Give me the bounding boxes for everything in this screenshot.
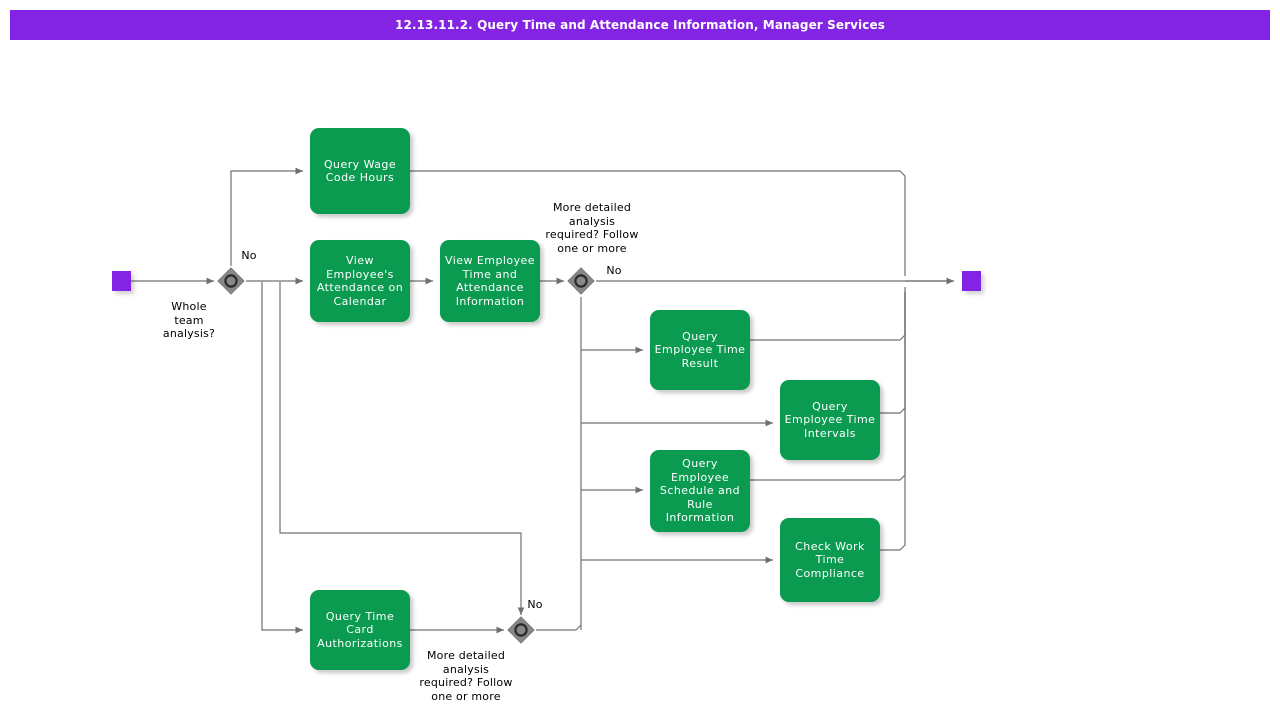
task-query-wage-code-hours[interactable]: Query Wage Code Hours [310,128,410,214]
edge-time-intervals-to-merge [880,292,906,414]
task-query-employee-schedule-and-rule-information[interactable]: Query Employee Schedule and Rule Informa… [650,450,750,532]
gateway-whole-team-caption: Whole team analysis? [162,300,216,340]
task-label: Query Wage Code Hours [323,157,397,185]
start-event[interactable] [112,271,131,291]
task-label: Query Employee Time Result [654,329,746,370]
task-label: Query Employee Time Intervals [784,399,876,440]
task-label: View Employee's Attendance on Calendar [316,254,404,308]
gateway-more-detail-top-caption: More detailed analysis required? Follow … [545,201,639,255]
diagram-canvas: 12.13.11.2. Query Time and Attendance In… [0,0,1280,714]
task-query-employee-time-intervals[interactable]: Query Employee Time Intervals [780,380,880,460]
end-event[interactable] [962,271,981,291]
edge-gateway1-to-time-card [261,282,303,634]
edge-gateway3-no-up [536,624,582,631]
task-label: Query Time Card Authorizations [317,609,403,650]
edge-gateway1-to-gateway3 [279,282,525,615]
edge-label-gateway3-no: No [527,598,543,611]
gateway-more-detailed-analysis-top[interactable] [566,266,596,296]
edge-label-gateway1-no: No [241,249,257,262]
edge-work-compliance-to-merge [880,292,906,551]
gateway-more-detailed-analysis-bottom[interactable] [506,615,536,645]
edge-time-result-to-merge [750,287,906,341]
connector-layer [131,167,954,634]
task-label: View Employee Time and Attendance Inform… [445,254,535,308]
task-check-work-time-compliance[interactable]: Check Work Time Compliance [780,518,880,602]
page-title: 12.13.11.2. Query Time and Attendance In… [395,18,885,32]
task-view-employee-attendance-on-calendar[interactable]: View Employee's Attendance on Calendar [310,240,410,322]
task-query-employee-time-result[interactable]: Query Employee Time Result [650,310,750,390]
gateway-whole-team-analysis[interactable] [216,266,246,296]
gateway-more-detail-bottom-caption: More detailed analysis required? Follow … [419,649,513,703]
edge-label-gateway2-no: No [606,264,622,277]
diagram-title-bar: 12.13.11.2. Query Time and Attendance In… [10,10,1270,40]
task-view-employee-time-and-attendance-information[interactable]: View Employee Time and Attendance Inform… [440,240,540,322]
task-label: Query Employee Schedule and Rule Informa… [659,457,741,525]
task-query-time-card-authorizations[interactable]: Query Time Card Authorizations [310,590,410,670]
task-label: Check Work Time Compliance [795,539,865,580]
